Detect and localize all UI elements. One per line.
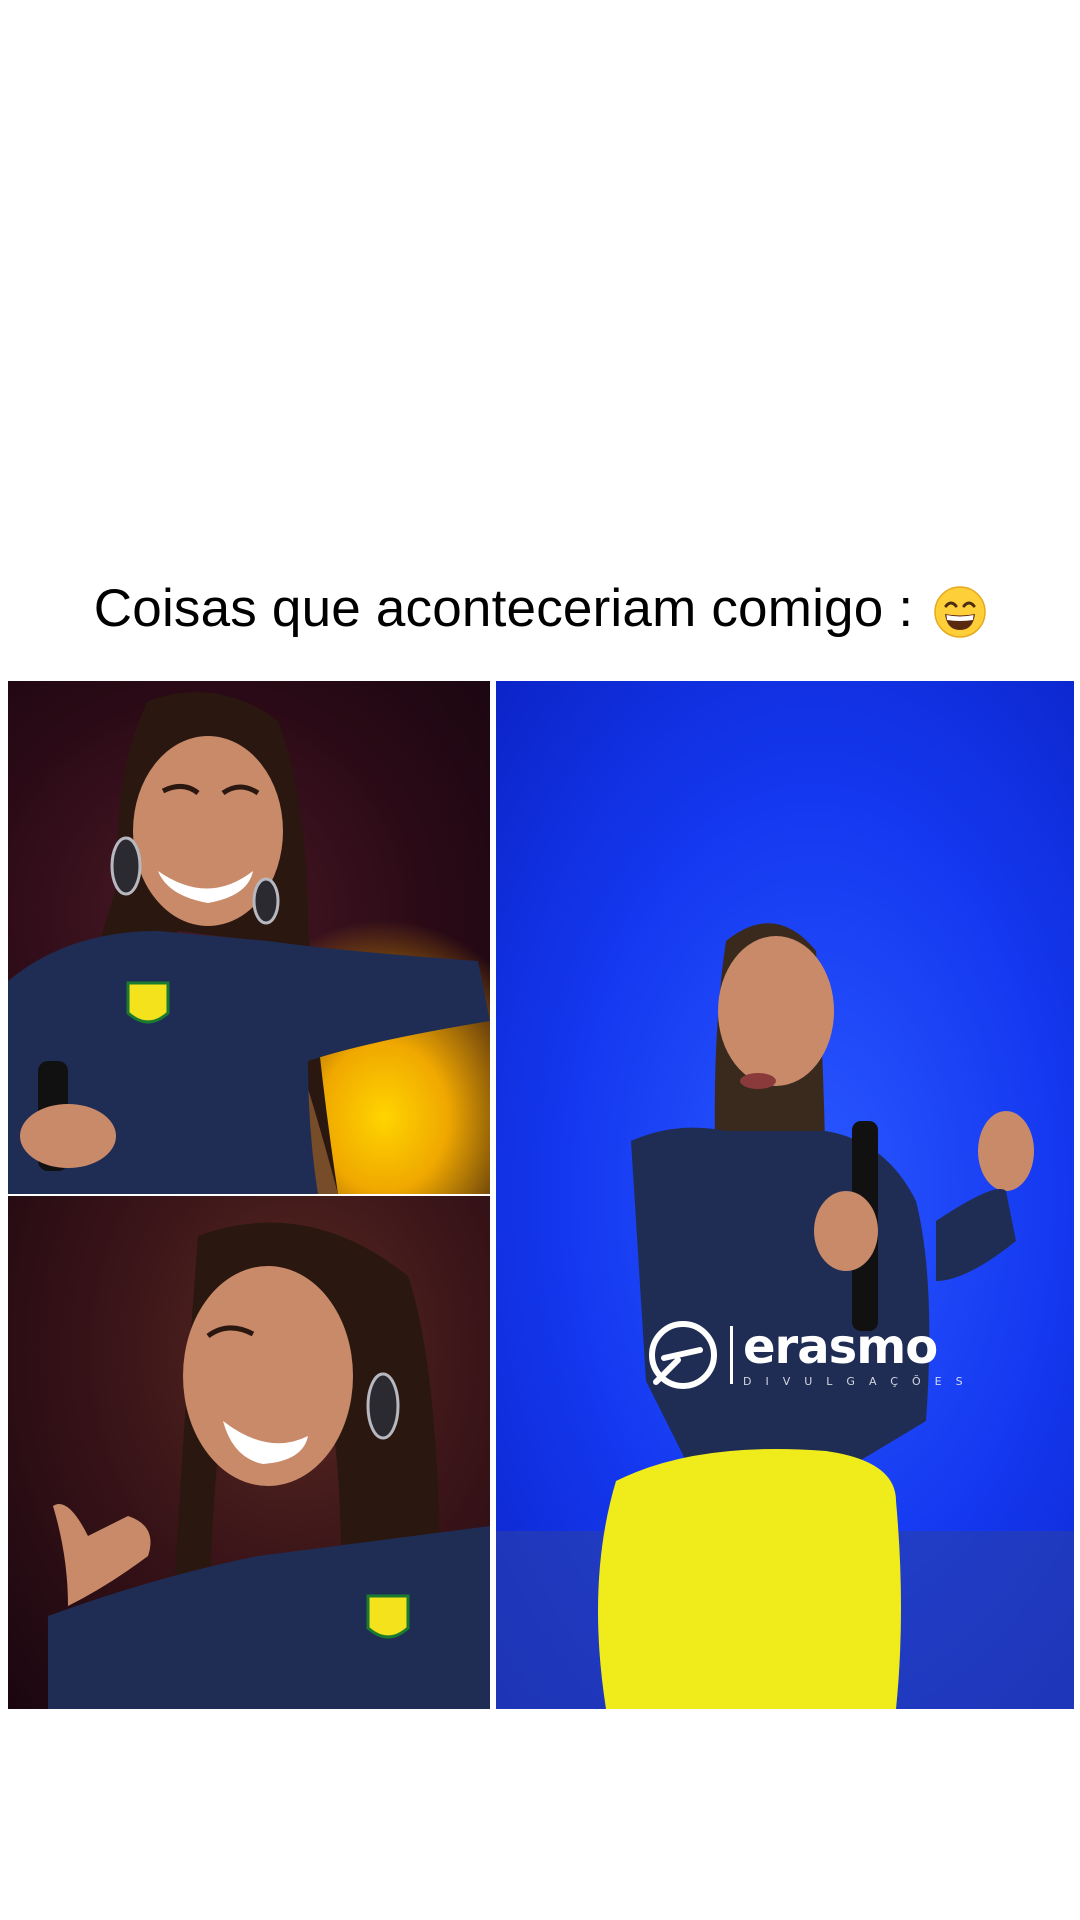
singer-smiling-photo <box>48 1222 490 1709</box>
watermark-brand: erasmo <box>743 1318 938 1375</box>
erasmo-watermark: erasmo DIVULGAÇÕES <box>648 1320 977 1390</box>
grinning-face-icon <box>934 586 986 638</box>
singer-laughing-photo <box>8 692 490 1194</box>
photo-bottom-left[interactable] <box>8 1196 490 1709</box>
post-caption: Coisas que aconteceriam comigo : <box>0 578 1080 639</box>
watermark-subtitle: DIVULGAÇÕES <box>743 1374 977 1388</box>
photo-right[interactable]: erasmo DIVULGAÇÕES <box>496 681 1074 1709</box>
caption-text: Coisas que aconteceriam comigo : <box>93 579 914 638</box>
watermark-divider <box>730 1326 733 1384</box>
singer-performing-photo <box>496 923 1074 1709</box>
photo-top-left[interactable] <box>8 681 490 1194</box>
erasmo-logo-icon <box>649 1321 717 1389</box>
